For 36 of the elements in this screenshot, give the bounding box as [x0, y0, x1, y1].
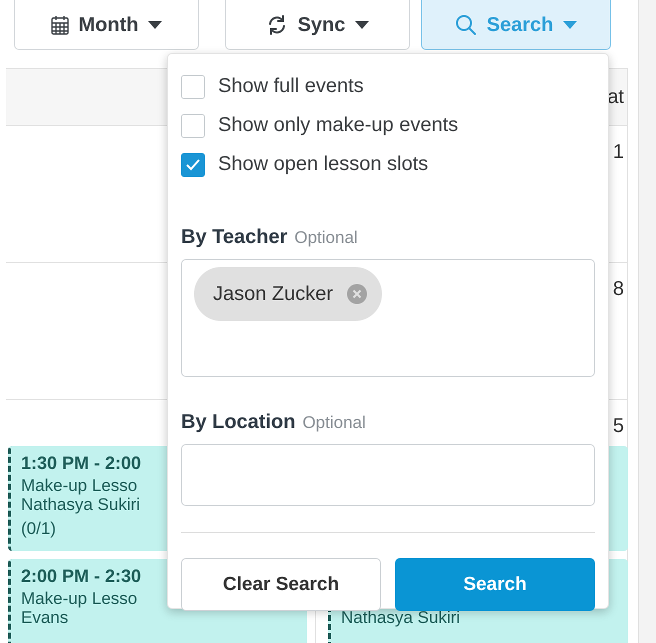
- chip-label: Jason Zucker: [213, 282, 334, 306]
- day-number: 1: [612, 141, 624, 164]
- event-title: Make-up Lesso: [21, 589, 138, 608]
- search-icon: [454, 14, 477, 36]
- weekday-label: at: [607, 86, 624, 108]
- caret-icon: [563, 21, 578, 29]
- field-label: By Teacher: [181, 226, 288, 249]
- check-icon: [185, 158, 201, 172]
- day-number: 8: [612, 278, 624, 301]
- checkbox[interactable]: [181, 152, 205, 176]
- field-label: By Location: [181, 411, 296, 434]
- remove-icon[interactable]: [347, 284, 368, 304]
- caret-icon: [355, 21, 370, 29]
- checkbox[interactable]: [181, 114, 205, 138]
- event-student: Nathasya Sukiri: [21, 495, 140, 514]
- event-student: Evans: [21, 608, 68, 627]
- toolbar-button[interactable]: Sync: [225, 0, 410, 50]
- event-title: Make-up Lesso: [21, 476, 138, 495]
- teacher-field[interactable]: Jason Zucker: [181, 259, 595, 377]
- event-time: 2:00 PM - 2:30: [21, 565, 142, 588]
- checkbox[interactable]: [181, 74, 205, 98]
- option-label: Show full events: [218, 75, 364, 98]
- option-label: Show open lesson slots: [218, 153, 428, 176]
- day-number: 5: [612, 415, 624, 438]
- calendar-icon: [50, 15, 68, 35]
- location-field[interactable]: [181, 444, 595, 506]
- scrollbar[interactable]: [638, 0, 656, 643]
- toolbar-button[interactable]: Month: [14, 0, 199, 50]
- option-label: Show only make-up events: [218, 114, 458, 137]
- event-student: Nathasya Sukiri: [341, 608, 460, 627]
- caret-icon: [148, 21, 162, 29]
- clear-button[interactable]: Clear Search: [181, 558, 381, 611]
- field-hint: Optional: [294, 228, 358, 248]
- event-count: (0/1): [21, 518, 56, 540]
- field-hint: Optional: [302, 413, 366, 433]
- event-time: 1:30 PM - 2:00: [21, 452, 142, 475]
